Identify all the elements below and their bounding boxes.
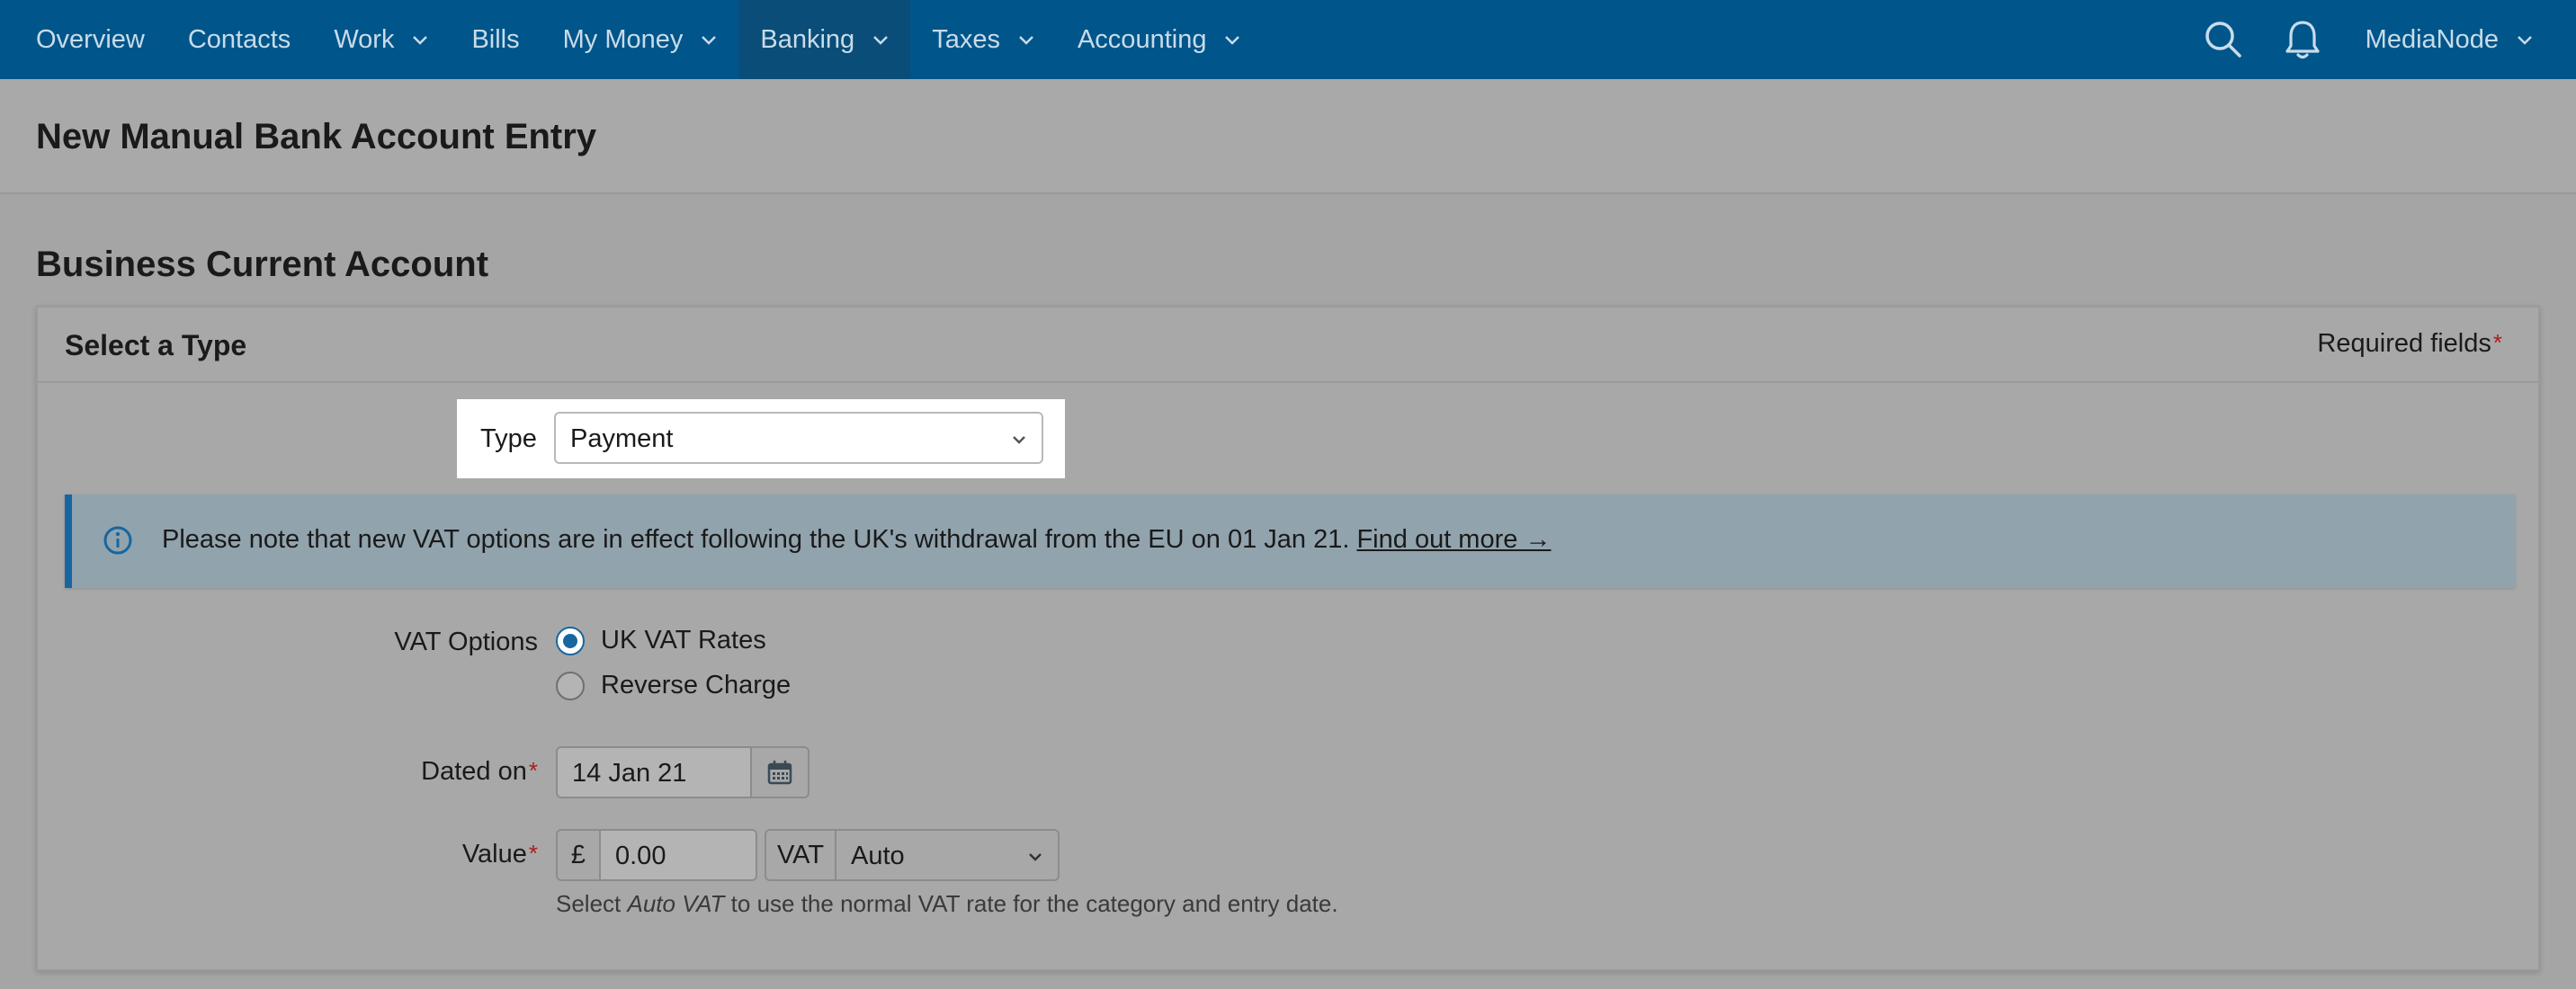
nav-my-money[interactable]: My Money — [541, 0, 739, 79]
nav-label: Taxes — [932, 24, 1000, 54]
required-star: * — [528, 757, 538, 784]
user-menu[interactable]: MediaNode — [2342, 25, 2576, 55]
vat-info-banner: Please note that new VAT options are in … — [65, 494, 2515, 588]
vat-options-label: VAT Options — [394, 628, 538, 656]
type-label: Type — [480, 424, 537, 453]
required-note-text: Required fields — [2317, 329, 2491, 358]
chevron-down-icon — [1019, 36, 1033, 45]
radio-button[interactable] — [556, 626, 585, 655]
chevron-down-icon — [1225, 36, 1240, 45]
nav-banking[interactable]: Banking — [738, 0, 911, 79]
nav-label: My Money — [562, 24, 684, 54]
vat-addon: VAT — [765, 829, 836, 881]
value-label: Value* — [250, 840, 538, 869]
radio-uk-vat-rates[interactable]: UK VAT Rates — [556, 626, 766, 655]
panel-header: Select a Type Required fields* — [38, 307, 2538, 383]
nav-label: Work — [334, 24, 395, 54]
nav-overview[interactable]: Overview — [0, 0, 166, 79]
value-text: Value — [461, 840, 527, 869]
chevron-down-icon — [413, 36, 428, 45]
chevron-down-icon — [1029, 853, 1042, 861]
vat-select[interactable]: Auto — [836, 829, 1060, 881]
help-prefix: Select — [556, 890, 622, 917]
nav-label: Contacts — [187, 24, 291, 54]
nav-bills[interactable]: Bills — [450, 0, 541, 79]
user-name: MediaNode — [2365, 24, 2499, 54]
help-suffix: to use the normal VAT rate for the categ… — [730, 890, 1338, 917]
chevron-down-icon — [1013, 436, 1025, 444]
required-fields-note: Required fields* — [2317, 329, 2502, 359]
currency-addon: £ — [556, 829, 601, 881]
section-title: Business Current Account — [36, 245, 489, 284]
nav-right: MediaNode — [2184, 0, 2576, 79]
nav-label: Banking — [760, 24, 855, 54]
nav-label: Bills — [471, 24, 520, 54]
type-select-value: Payment — [570, 424, 674, 453]
search-button[interactable] — [2184, 0, 2263, 79]
info-text: Please note that new VAT options are in … — [162, 525, 1551, 555]
vat-select-value: Auto — [851, 842, 905, 870]
panel-title: Select a Type — [65, 329, 247, 361]
chevron-down-icon — [873, 36, 889, 45]
required-star: * — [2492, 329, 2502, 356]
vat-help-text: Select Auto VAT to use the normal VAT ra… — [556, 890, 1338, 918]
find-out-more-link[interactable]: Find out more → — [1356, 525, 1551, 554]
page-header: New Manual Bank Account Entry — [0, 79, 2576, 194]
type-field-highlight: Type Payment — [457, 399, 1065, 478]
dated-on-input[interactable]: 14 Jan 21 — [556, 746, 750, 798]
dated-on-text: Dated on — [421, 757, 527, 786]
value-amount: 0.00 — [615, 842, 666, 870]
radio-label: Reverse Charge — [601, 671, 792, 699]
nav-label: Accounting — [1077, 24, 1207, 54]
bell-icon — [2285, 21, 2320, 59]
info-message: Please note that new VAT options are in … — [162, 525, 1350, 554]
chevron-down-icon — [702, 36, 717, 45]
help-emphasis: Auto VAT — [627, 890, 725, 917]
search-icon — [2205, 22, 2241, 58]
chevron-down-icon — [2518, 36, 2532, 45]
entry-panel: Select a Type Required fields* Type Paym… — [36, 306, 2540, 971]
nav-work[interactable]: Work — [312, 0, 450, 79]
nav-accounting[interactable]: Accounting — [1056, 0, 1263, 79]
calendar-icon — [767, 761, 792, 785]
radio-reverse-charge[interactable]: Reverse Charge — [556, 671, 791, 700]
top-navigation: Overview Contacts Work Bills My Money Ba… — [0, 0, 2576, 79]
required-star: * — [528, 840, 538, 867]
date-picker-button[interactable] — [750, 746, 809, 798]
radio-button[interactable] — [556, 671, 585, 700]
dated-on-value: 14 Jan 21 — [572, 759, 687, 788]
info-icon — [103, 526, 132, 555]
value-input[interactable]: 0.00 — [601, 829, 757, 881]
dated-on-label: Dated on* — [250, 757, 538, 787]
type-select[interactable]: Payment — [554, 412, 1043, 464]
notifications-button[interactable] — [2263, 0, 2342, 79]
nav-contacts[interactable]: Contacts — [166, 0, 312, 79]
page-title: New Manual Bank Account Entry — [36, 117, 597, 156]
radio-label: UK VAT Rates — [601, 626, 766, 655]
nav-label: Overview — [36, 24, 145, 54]
nav-taxes[interactable]: Taxes — [910, 0, 1056, 79]
